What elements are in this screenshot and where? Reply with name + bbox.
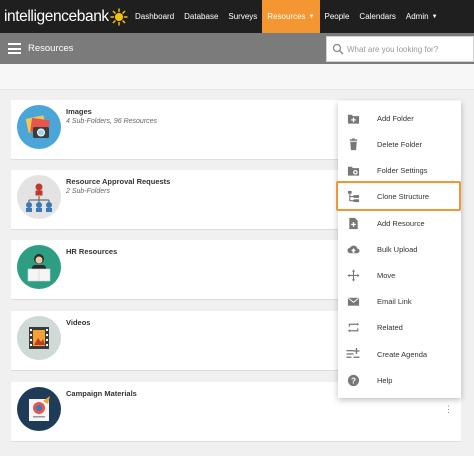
menu-label: Add Resource <box>377 218 425 228</box>
menu-label: Add Folder <box>377 113 414 123</box>
menu-item-add-folder[interactable]: Add Folder <box>338 105 461 131</box>
folder-title: HR Resources <box>66 247 118 256</box>
add-folder-icon <box>346 111 360 125</box>
main-nav: Dashboard Database Surveys Resources ▼ Pe… <box>130 0 443 33</box>
nav-label: Admin <box>405 12 429 21</box>
cloud-upload-icon <box>346 242 360 256</box>
menu-label: Folder Settings <box>377 165 428 175</box>
film-folder-icon <box>17 316 61 360</box>
clone-structure-highlight <box>336 181 461 211</box>
menu-label: Create Agenda <box>377 349 428 359</box>
menu-item-delete-folder[interactable]: Delete Folder <box>338 131 461 157</box>
reader-folder-icon <box>17 245 61 289</box>
agenda-list-icon <box>346 347 360 361</box>
nav-people[interactable]: People <box>320 0 355 33</box>
folder-title: Resource Approval Requests <box>66 177 171 186</box>
menu-label: Delete Folder <box>377 139 423 149</box>
move-arrows-icon <box>346 268 360 282</box>
folder-context-menu: Add Folder Delete Folder Folder Settings… <box>338 101 461 398</box>
brand-logo[interactable]: intelligencebank <box>0 0 130 33</box>
nav-calendars[interactable]: Calendars <box>354 0 400 33</box>
folder-subtitle: 2 Sub-Folders <box>66 188 110 195</box>
menu-item-move[interactable]: Move <box>338 262 461 288</box>
menu-item-add-resource[interactable]: Add Resource <box>338 210 461 236</box>
toolbar-strip <box>0 64 474 90</box>
images-folder-icon <box>17 105 61 149</box>
folder-title: Videos <box>66 318 91 327</box>
search-input[interactable] <box>347 42 471 56</box>
caret-down-icon: ▼ <box>431 13 438 20</box>
folder-title: Campaign Materials <box>66 389 137 398</box>
svg-text:?: ? <box>350 375 355 385</box>
menu-label: Help <box>377 375 393 385</box>
envelope-icon <box>346 294 360 308</box>
nav-label: Surveys <box>228 12 258 21</box>
nav-database[interactable]: Database <box>179 0 223 33</box>
nav-label: Database <box>184 12 219 21</box>
help-icon: ? <box>346 373 360 387</box>
menu-item-help[interactable]: ? Help <box>338 367 461 393</box>
nav-admin[interactable]: Admin ▼ <box>401 0 443 33</box>
hamburger-menu-icon[interactable] <box>8 43 21 54</box>
org-chart-folder-icon <box>17 175 61 219</box>
search-box <box>326 36 474 62</box>
sun-logo-icon <box>110 7 128 26</box>
nav-label: People <box>324 12 350 21</box>
menu-label: Email Link <box>377 296 412 306</box>
nav-surveys[interactable]: Surveys <box>223 0 262 33</box>
brand-name: intelligencebank <box>4 7 109 25</box>
nav-label: Calendars <box>359 12 396 21</box>
caret-down-icon: ▼ <box>308 13 315 20</box>
folder-title: Images <box>66 107 92 116</box>
campaign-folder-icon <box>17 387 61 431</box>
menu-item-bulk-upload[interactable]: Bulk Upload <box>338 236 461 262</box>
menu-label: Related <box>377 322 403 332</box>
menu-label: Move <box>377 270 396 280</box>
nav-label: Resources <box>267 12 306 21</box>
folder-subtitle: 4 Sub-Folders, 96 Resources <box>66 118 158 125</box>
top-nav-bar: intelligencebank Dashboard Database Surv… <box>0 0 474 33</box>
menu-item-email-link[interactable]: Email Link <box>338 288 461 314</box>
related-arrows-icon <box>346 320 360 334</box>
menu-item-folder-settings[interactable]: Folder Settings <box>338 157 461 183</box>
menu-label: Bulk Upload <box>377 244 418 254</box>
add-resource-icon <box>346 216 360 230</box>
page-title: Resources <box>28 43 74 54</box>
nav-resources[interactable]: Resources ▼ <box>262 0 320 33</box>
folder-settings-icon <box>346 163 360 177</box>
menu-item-related[interactable]: Related <box>338 314 461 340</box>
nav-dashboard[interactable]: Dashboard <box>130 0 179 33</box>
nav-label: Dashboard <box>135 12 175 21</box>
menu-item-create-agenda[interactable]: Create Agenda <box>338 341 461 367</box>
trash-icon <box>346 137 360 151</box>
search-icon <box>332 43 344 55</box>
more-options-icon[interactable]: ⋮ <box>444 404 453 415</box>
